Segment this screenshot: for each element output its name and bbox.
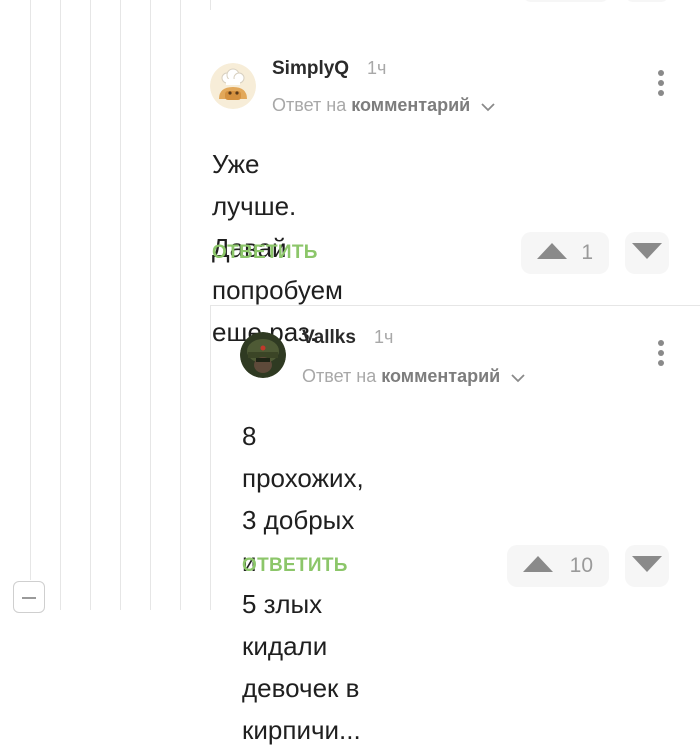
rating-count: 1 (581, 241, 593, 264)
author-name[interactable]: SimplyQ (272, 58, 349, 80)
avatar[interactable] (210, 63, 256, 109)
comment-time: 1ч (374, 327, 394, 347)
reply-prefix: Ответ на (302, 366, 377, 386)
author-name[interactable]: Vallks (302, 327, 356, 349)
thread-line-6 (180, 0, 181, 610)
reply-button[interactable]: ОТВЕТИТЬ (212, 242, 318, 264)
chevron-down-icon (511, 367, 525, 388)
chevron-down-icon (481, 96, 495, 117)
downvote-button[interactable] (625, 545, 669, 587)
downvote-button[interactable] (625, 232, 669, 274)
previous-vote-down-stub (625, 0, 669, 2)
thread-line-5 (150, 0, 151, 610)
reply-prefix: Ответ на (272, 95, 347, 115)
triangle-down-icon (632, 242, 662, 264)
thread-line-7 (210, 0, 211, 10)
thread-line-2 (60, 0, 61, 610)
thread-line-1 (30, 0, 31, 580)
triangle-down-icon (632, 555, 662, 577)
reply-target: комментарий (381, 366, 501, 386)
comment-text-line: Уже лучше. Давай попробуем (212, 149, 343, 305)
comment-text-line: 5 злых кидали девочек в (242, 589, 360, 703)
avatar-helmet-icon (240, 332, 286, 378)
previous-vote-stub (523, 0, 609, 2)
avatar-chef-icon (210, 63, 256, 109)
triangle-up-icon (523, 555, 553, 577)
upvote-button[interactable]: 1 (521, 232, 609, 274)
thread-line-4 (120, 0, 121, 610)
reply-to-link[interactable]: Ответ на комментарий (302, 366, 525, 388)
avatar[interactable] (240, 332, 286, 378)
thread-line-8 (210, 305, 211, 610)
thread-line-3 (90, 0, 91, 610)
comment-text: 8 прохожих, 3 добрых и 5 злых кидали дев… (242, 415, 364, 751)
rating-count: 10 (569, 554, 593, 577)
more-options-icon[interactable] (656, 340, 666, 370)
reply-target: комментарий (351, 95, 471, 115)
triangle-up-icon (537, 242, 567, 264)
reply-to-link[interactable]: Ответ на комментарий (272, 95, 495, 117)
more-options-icon[interactable] (656, 70, 666, 100)
upvote-button[interactable]: 10 (507, 545, 609, 587)
comment-time: 1ч (367, 58, 387, 78)
reply-button[interactable]: ОТВЕТИТЬ (242, 555, 348, 577)
comment-text-line: кирпичи... (242, 715, 361, 745)
collapse-thread-button[interactable] (13, 581, 45, 613)
